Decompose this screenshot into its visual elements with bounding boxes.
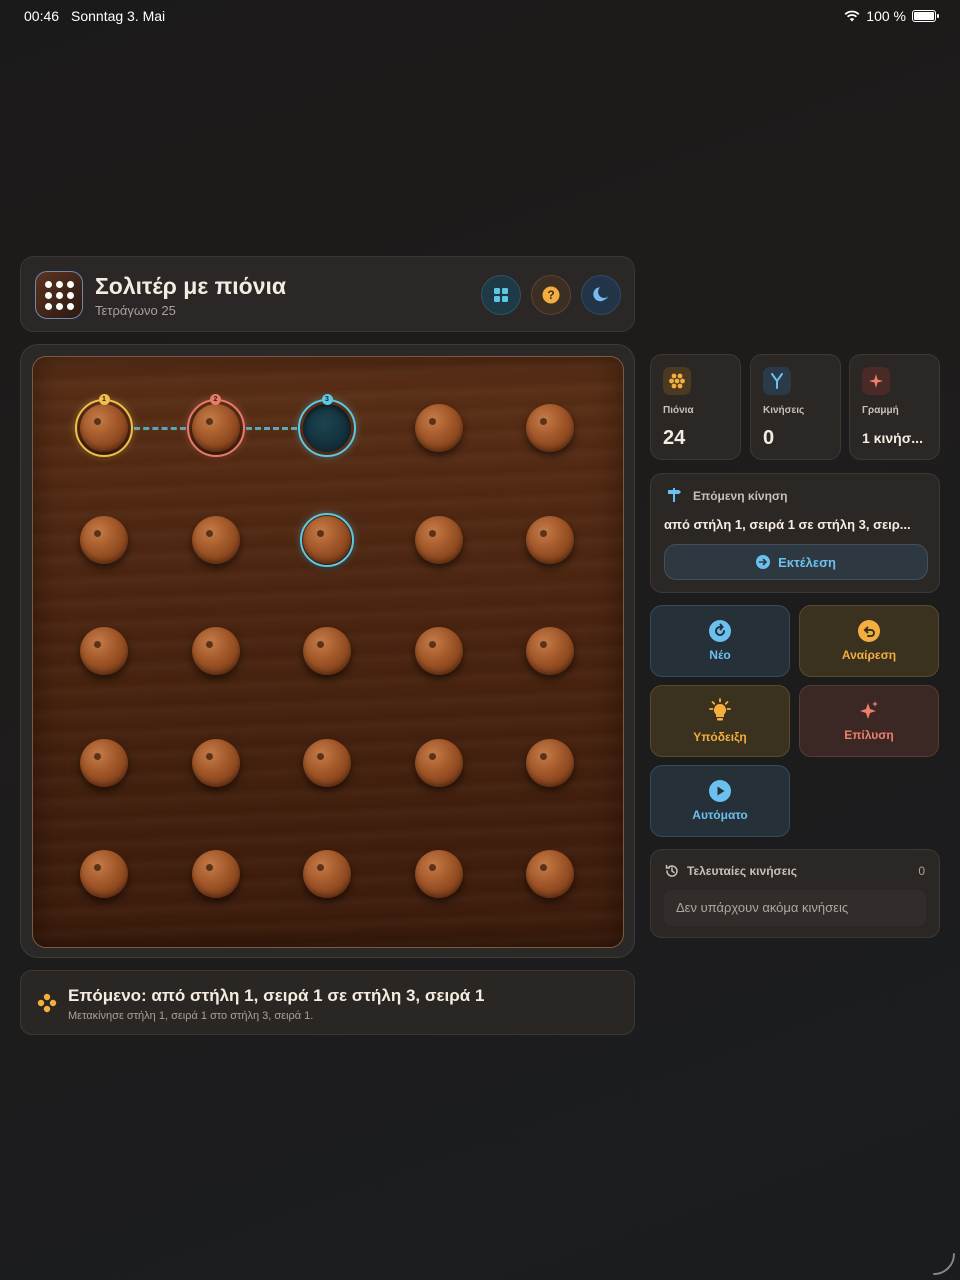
sparkle-icon bbox=[862, 367, 890, 395]
stat-moves: Κινήσεις 0 bbox=[750, 354, 841, 460]
path-step-badge: 3 bbox=[321, 394, 333, 405]
stat-label: Γραμμή bbox=[862, 405, 899, 416]
battery-icon bbox=[912, 10, 939, 22]
new-game-button[interactable]: Νέο bbox=[650, 605, 790, 677]
resize-handle-icon[interactable] bbox=[930, 1250, 958, 1278]
grid-button[interactable] bbox=[481, 275, 521, 315]
peg[interactable] bbox=[526, 404, 574, 452]
peg[interactable] bbox=[526, 627, 574, 675]
stat-label: Κινήσεις bbox=[763, 405, 805, 416]
lightbulb-icon bbox=[709, 698, 731, 721]
next-move-title: Επόμενο: από στήλη 1, σειρά 1 σε στήλη 3… bbox=[68, 986, 485, 1005]
next-move-heading: Επόμενη κίνηση bbox=[693, 489, 788, 503]
peg[interactable] bbox=[526, 850, 574, 898]
app-icon bbox=[35, 271, 83, 319]
stat-value: 24 bbox=[663, 427, 686, 449]
execute-label: Εκτέλεση bbox=[778, 554, 836, 570]
auto-button[interactable]: Αυτόματο bbox=[650, 765, 790, 837]
history-count: 0 bbox=[918, 864, 925, 878]
peg[interactable] bbox=[191, 850, 240, 898]
stat-value: 0 bbox=[763, 427, 775, 449]
branch-icon bbox=[763, 367, 791, 395]
header-card: Σολιτέρ με πιόνια Τετράγωνο 25 ? bbox=[20, 256, 635, 332]
status-bar: 00:46 Sonntag 3. Mai 100 % bbox=[0, 0, 960, 32]
peg[interactable] bbox=[191, 515, 240, 564]
gamepad-icon bbox=[37, 993, 57, 1013]
play-icon bbox=[709, 780, 731, 802]
grid-icon bbox=[494, 288, 508, 302]
stat-label: Πιόνια bbox=[663, 405, 694, 416]
peg[interactable] bbox=[414, 515, 463, 564]
signpost-icon bbox=[668, 488, 681, 502]
path-ring bbox=[186, 399, 245, 457]
arrow-circle-icon bbox=[756, 555, 771, 569]
restart-icon bbox=[709, 620, 731, 642]
status-indicators: 100 % bbox=[844, 8, 939, 24]
pegs-icon bbox=[663, 367, 691, 395]
new-game-label: Νέο bbox=[709, 648, 731, 662]
history-empty-message: Δεν υπάρχουν ακόμα κινήσεις bbox=[664, 890, 926, 926]
next-move-card: Επόμενη κίνηση από στήλη 1, σειρά 1 σε σ… bbox=[650, 473, 940, 593]
peg[interactable] bbox=[191, 627, 240, 675]
peg[interactable] bbox=[414, 738, 463, 787]
stat-value: 1 κινήσ... bbox=[862, 430, 923, 446]
execute-button[interactable]: Εκτέλεση bbox=[664, 544, 928, 580]
peg[interactable] bbox=[191, 738, 240, 787]
path-ring bbox=[298, 399, 356, 457]
board-frame: 1 2 3 bbox=[20, 344, 635, 958]
peg[interactable] bbox=[526, 738, 574, 787]
path-step-badge: 1 bbox=[98, 394, 110, 405]
peg[interactable] bbox=[303, 850, 351, 898]
page-subtitle: Τετράγωνο 25 bbox=[95, 303, 176, 318]
game-board[interactable]: 1 2 3 bbox=[32, 356, 624, 948]
status-time: 00:46 bbox=[24, 8, 60, 24]
peg[interactable] bbox=[80, 738, 128, 787]
peg[interactable] bbox=[414, 850, 463, 898]
peg[interactable] bbox=[80, 850, 128, 898]
next-move-subtitle: Μετακίνησε στήλη 1, σειρά 1 στο στήλη 3,… bbox=[68, 1010, 314, 1022]
solve-button[interactable]: Επίλυση bbox=[799, 685, 939, 757]
hint-button[interactable]: Υπόδειξη bbox=[650, 685, 790, 757]
theme-button[interactable] bbox=[581, 275, 621, 315]
stat-streak: Γραμμή 1 κινήσ... bbox=[849, 354, 940, 460]
path-ring bbox=[75, 399, 133, 457]
solve-label: Επίλυση bbox=[844, 728, 894, 742]
moon-icon bbox=[593, 287, 609, 302]
peg[interactable] bbox=[303, 738, 351, 787]
sparkles-icon bbox=[860, 701, 878, 719]
undo-button[interactable]: Αναίρεση bbox=[799, 605, 939, 677]
next-move-text: από στήλη 1, σειρά 1 σε στήλη 3, σειρ... bbox=[664, 517, 911, 532]
history-icon bbox=[665, 864, 678, 877]
hint-label: Υπόδειξη bbox=[693, 730, 747, 744]
path-step-badge: 2 bbox=[210, 394, 221, 405]
path-connector bbox=[245, 427, 297, 430]
history-card: Τελευταίες κινήσεις 0 Δεν υπάρχουν ακόμα… bbox=[650, 849, 940, 938]
auto-label: Αυτόματο bbox=[692, 808, 748, 822]
help-icon: ? bbox=[542, 286, 560, 304]
stat-pegs: Πιόνια 24 bbox=[650, 354, 741, 460]
undo-icon bbox=[858, 620, 880, 642]
help-button[interactable]: ? bbox=[531, 275, 571, 315]
page-title: Σολιτέρ με πιόνια bbox=[95, 273, 287, 299]
history-title: Τελευταίες κινήσεις bbox=[687, 864, 797, 878]
path-connector bbox=[134, 427, 186, 430]
next-move-banner: Επόμενο: από στήλη 1, σειρά 1 σε στήλη 3… bbox=[20, 970, 635, 1035]
status-date: Sonntag 3. Mai bbox=[71, 8, 166, 24]
peg[interactable] bbox=[303, 627, 351, 675]
undo-label: Αναίρεση bbox=[841, 648, 897, 662]
battery-percent: 100 % bbox=[866, 8, 906, 24]
peg[interactable] bbox=[414, 627, 463, 675]
peg[interactable] bbox=[80, 627, 128, 675]
wifi-icon bbox=[844, 10, 860, 22]
svg-text:?: ? bbox=[547, 288, 554, 302]
peg[interactable] bbox=[414, 404, 463, 452]
peg[interactable] bbox=[526, 515, 574, 564]
peg[interactable] bbox=[80, 515, 128, 564]
target-highlight-ring bbox=[300, 512, 354, 567]
